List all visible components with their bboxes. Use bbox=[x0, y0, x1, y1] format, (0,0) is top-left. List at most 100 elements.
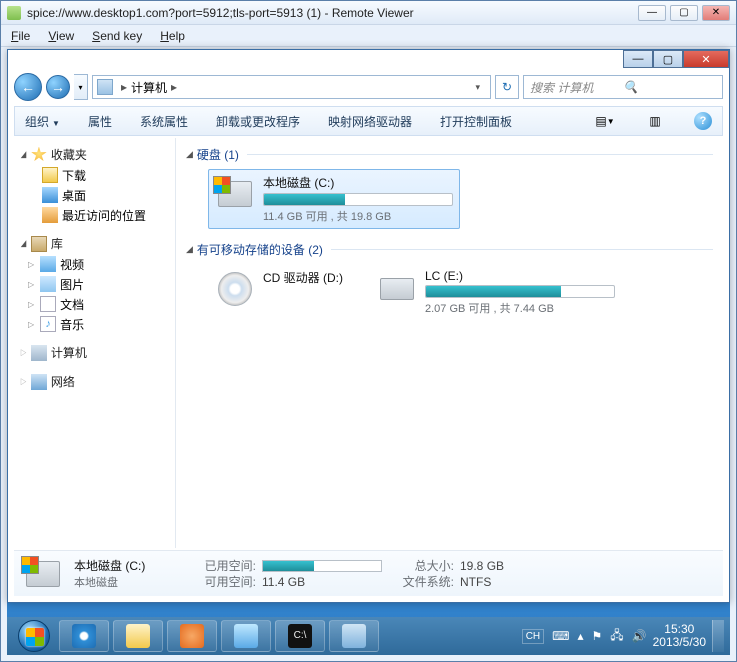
taskbar-ie[interactable] bbox=[59, 620, 109, 652]
cmd-icon: C:\ bbox=[288, 624, 312, 648]
forward-button[interactable]: → bbox=[46, 75, 70, 99]
sidebar-computer[interactable]: ▷计算机 bbox=[14, 342, 175, 363]
media-player-icon bbox=[180, 624, 204, 648]
pictures-icon bbox=[40, 276, 56, 292]
sidebar-item-documents[interactable]: ▷文档 bbox=[14, 294, 175, 314]
outer-title-bar[interactable]: spice://www.desktop1.com?port=5912;tls-p… bbox=[1, 1, 736, 25]
capacity-bar bbox=[263, 193, 453, 206]
system-tray: CH ⌨ ▴ ⚑ 🖧 🔊 bbox=[522, 626, 647, 647]
sidebar-item-desktop[interactable]: 桌面 bbox=[14, 185, 175, 205]
taskbar-explorer[interactable] bbox=[113, 620, 163, 652]
back-button[interactable]: ← bbox=[14, 73, 42, 101]
sidebar-network[interactable]: ▷网络 bbox=[14, 371, 175, 392]
volume-icon[interactable]: 🔊 bbox=[632, 629, 647, 643]
ie-icon bbox=[72, 624, 96, 648]
minimize-button[interactable]: — bbox=[638, 5, 666, 21]
properties-button[interactable]: 属性 bbox=[88, 113, 112, 130]
organize-button[interactable]: 组织▼ bbox=[25, 113, 60, 130]
section-hard-drives[interactable]: ◢硬盘 (1) bbox=[186, 146, 713, 163]
sidebar-item-pictures[interactable]: ▷图片 bbox=[14, 274, 175, 294]
ime-mode-icon[interactable]: ⌨ bbox=[552, 629, 569, 643]
taskbar-window[interactable] bbox=[221, 620, 271, 652]
uninstall-programs-button[interactable]: 卸载或更改程序 bbox=[216, 113, 300, 130]
view-mode-button[interactable]: ▤▼ bbox=[594, 111, 616, 131]
taskbar-device[interactable] bbox=[329, 620, 379, 652]
windows-orb-icon bbox=[18, 620, 50, 652]
network-icon bbox=[31, 374, 47, 390]
search-box[interactable]: 搜索 计算机 🔍 bbox=[523, 75, 723, 99]
tray-expand-icon[interactable]: ▴ bbox=[577, 629, 583, 643]
recent-icon bbox=[42, 207, 58, 223]
inner-maximize-button[interactable]: ▢ bbox=[653, 50, 683, 68]
maximize-button[interactable]: ▢ bbox=[670, 5, 698, 21]
computer-icon bbox=[97, 79, 113, 95]
removable-drive-icon bbox=[380, 278, 414, 300]
documents-icon bbox=[40, 296, 56, 312]
device-icon bbox=[342, 624, 366, 648]
remote-viewer-window: spice://www.desktop1.com?port=5912;tls-p… bbox=[0, 0, 737, 662]
app-icon bbox=[7, 6, 21, 20]
ime-indicator[interactable]: CH bbox=[522, 629, 544, 644]
downloads-icon bbox=[42, 167, 58, 183]
drive-free-text: 11.4 GB 可用 , 共 19.8 GB bbox=[263, 208, 453, 224]
menu-file[interactable]: FFileile bbox=[11, 29, 30, 43]
library-icon bbox=[31, 236, 47, 252]
sidebar-libraries[interactable]: ◢库 bbox=[14, 233, 175, 254]
explorer-body: ◢收藏夹 下载 桌面 最近访问的位置 ◢库 ▷视频 ▷图片 ▷文档 ▷音乐 ▷计… bbox=[14, 138, 723, 548]
drive-label: 本地磁盘 (C:) bbox=[263, 174, 453, 191]
action-center-icon[interactable]: ⚑ bbox=[592, 629, 603, 643]
close-button[interactable]: ✕ bbox=[702, 5, 730, 21]
network-icon[interactable]: 🖧 bbox=[610, 626, 623, 647]
inner-close-button[interactable]: ✕ bbox=[683, 50, 729, 68]
drive-e[interactable]: LC (E:) 2.07 GB 可用 , 共 7.44 GB bbox=[370, 264, 622, 321]
remote-desktop: — ▢ ✕ ← → ▾ ▸ 计算机 ▸ ▾ ↻ 搜索 计算机 � bbox=[7, 49, 730, 655]
inner-minimize-button[interactable]: — bbox=[623, 50, 653, 68]
details-pane: 本地磁盘 (C:) 本地磁盘 已用空间: 可用空间:11.4 GB 总大小:19… bbox=[14, 550, 723, 596]
help-button[interactable]: ? bbox=[694, 112, 712, 130]
drive-d[interactable]: CD 驱动器 (D:) bbox=[208, 264, 350, 321]
sidebar-item-videos[interactable]: ▷视频 bbox=[14, 254, 175, 274]
taskbar: C:\ CH ⌨ ▴ ⚑ 🖧 🔊 15:30 2013/5/30 bbox=[7, 617, 730, 655]
outer-menu-bar: FFileile View Send key Help bbox=[1, 25, 736, 47]
show-desktop-button[interactable] bbox=[712, 620, 724, 652]
map-network-drive-button[interactable]: 映射网络驱动器 bbox=[328, 113, 412, 130]
section-removable[interactable]: ◢有可移动存储的设备 (2) bbox=[186, 241, 713, 258]
chevron-right-icon[interactable]: ▸ bbox=[117, 80, 131, 94]
address-bar: ← → ▾ ▸ 计算机 ▸ ▾ ↻ 搜索 计算机 🔍 bbox=[14, 72, 723, 102]
preview-pane-button[interactable]: ▥ bbox=[644, 111, 666, 131]
drive-c[interactable]: 本地磁盘 (C:) 11.4 GB 可用 , 共 19.8 GB bbox=[208, 169, 460, 229]
clock[interactable]: 15:30 2013/5/30 bbox=[653, 623, 706, 649]
drive-free-text: 2.07 GB 可用 , 共 7.44 GB bbox=[425, 300, 615, 316]
start-button[interactable] bbox=[13, 618, 55, 654]
details-name: 本地磁盘 (C:) bbox=[74, 557, 184, 574]
menu-view[interactable]: View bbox=[48, 29, 74, 43]
menu-help[interactable]: Help bbox=[160, 29, 185, 43]
drive-label: LC (E:) bbox=[425, 269, 615, 283]
search-icon[interactable]: 🔍 bbox=[623, 80, 716, 94]
sidebar-item-recent[interactable]: 最近访问的位置 bbox=[14, 205, 175, 225]
content-pane: ◢硬盘 (1) 本地磁盘 (C:) 11.4 GB 可用 , 共 19.8 GB… bbox=[176, 138, 723, 548]
breadcrumb-label[interactable]: 计算机 bbox=[131, 79, 167, 96]
system-properties-button[interactable]: 系统属性 bbox=[140, 113, 188, 130]
breadcrumb[interactable]: ▸ 计算机 ▸ ▾ bbox=[92, 75, 491, 99]
window-title: spice://www.desktop1.com?port=5912;tls-p… bbox=[27, 6, 634, 20]
nav-history-dropdown[interactable]: ▾ bbox=[74, 74, 88, 100]
hdd-icon bbox=[26, 561, 60, 587]
menu-sendkey[interactable]: Send key bbox=[92, 29, 142, 43]
navigation-pane: ◢收藏夹 下载 桌面 最近访问的位置 ◢库 ▷视频 ▷图片 ▷文档 ▷音乐 ▷计… bbox=[14, 138, 176, 548]
taskbar-media-player[interactable] bbox=[167, 620, 217, 652]
open-control-panel-button[interactable]: 打开控制面板 bbox=[440, 113, 512, 130]
sidebar-item-music[interactable]: ▷音乐 bbox=[14, 314, 175, 334]
explorer-window: — ▢ ✕ ← → ▾ ▸ 计算机 ▸ ▾ ↻ 搜索 计算机 � bbox=[7, 49, 730, 603]
drive-label: CD 驱动器 (D:) bbox=[263, 269, 343, 286]
breadcrumb-dropdown[interactable]: ▾ bbox=[469, 82, 486, 93]
refresh-button[interactable]: ↻ bbox=[495, 75, 519, 99]
sidebar-item-downloads[interactable]: 下载 bbox=[14, 165, 175, 185]
desktop-icon bbox=[42, 187, 58, 203]
sidebar-favorites[interactable]: ◢收藏夹 bbox=[14, 144, 175, 165]
explorer-icon bbox=[126, 624, 150, 648]
chevron-right-icon[interactable]: ▸ bbox=[167, 80, 181, 94]
capacity-bar bbox=[425, 285, 615, 298]
taskbar-cmd[interactable]: C:\ bbox=[275, 620, 325, 652]
cd-icon bbox=[218, 272, 252, 306]
